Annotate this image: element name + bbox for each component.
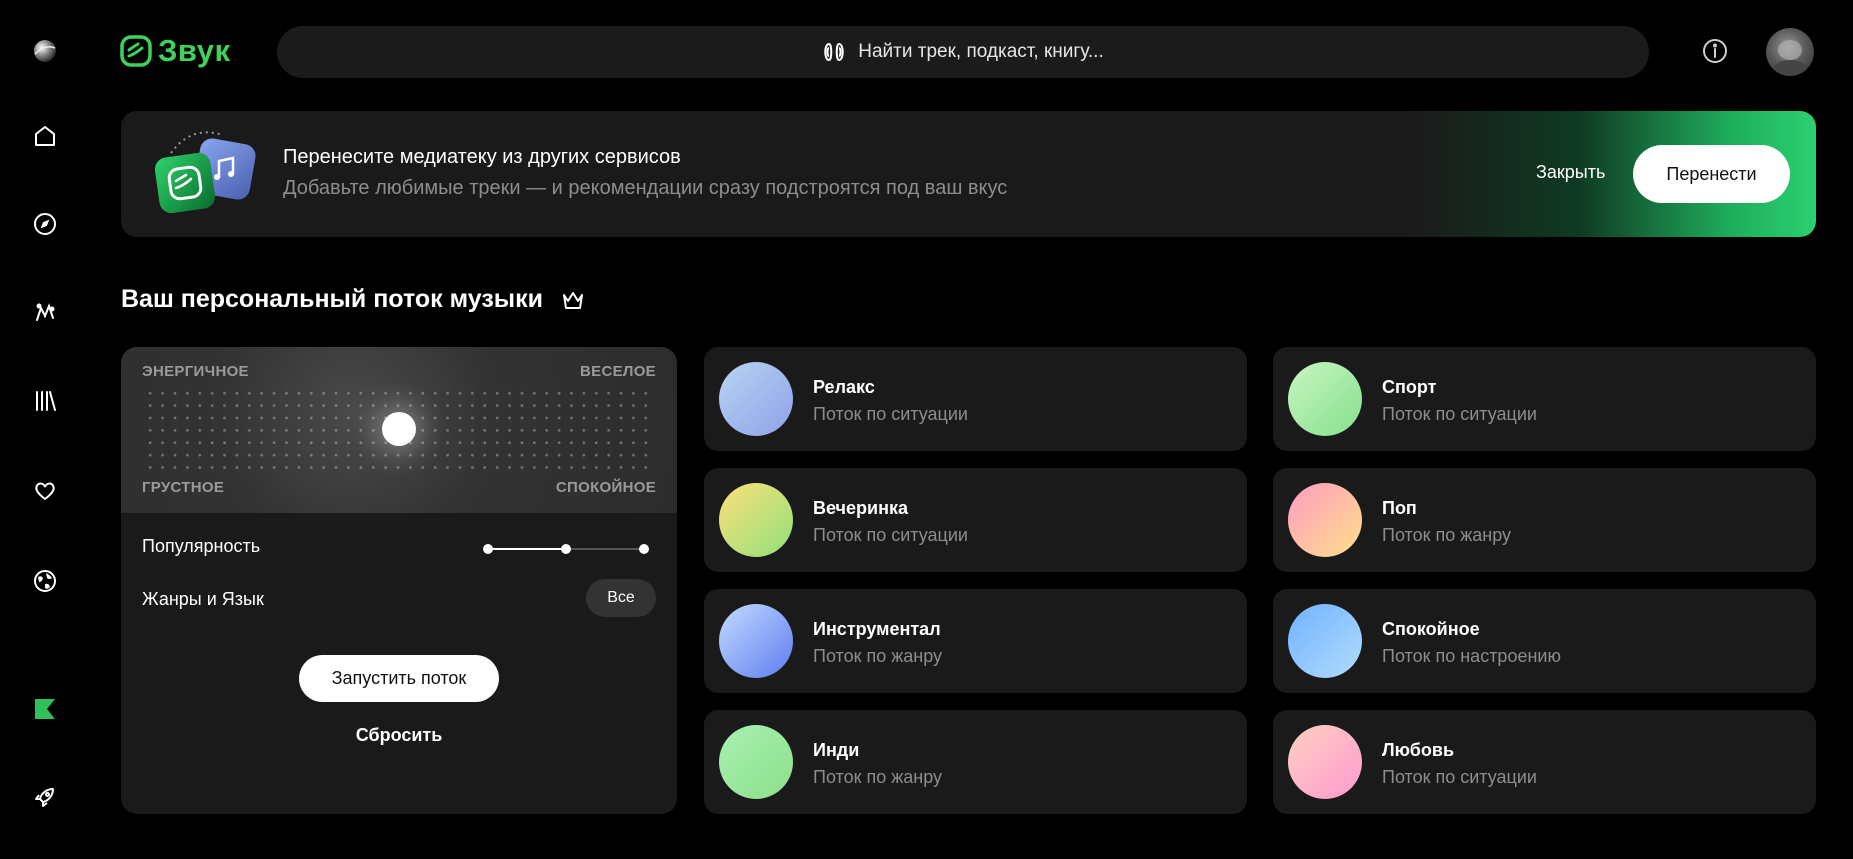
avatar[interactable] (1766, 28, 1814, 76)
mood-map[interactable]: ЭНЕРГИЧНОЕ ВЕСЕЛОЕ ГРУСТНОЕ СПОКОЙНОЕ (121, 347, 677, 513)
library-icon[interactable] (29, 385, 61, 417)
station-title: Релакс (813, 377, 875, 397)
station-subtitle: Поток по ситуации (1382, 404, 1537, 424)
station-subtitle: Поток по ситуации (813, 525, 968, 545)
station-card-pop[interactable]: Поп Поток по жанру (1273, 468, 1816, 572)
station-title: Инструментал (813, 619, 941, 639)
sidebar (0, 0, 90, 859)
section-title-text: Ваш персональный поток музыки (121, 285, 543, 313)
compass-icon[interactable] (29, 208, 61, 240)
mood-flow-panel: ЭНЕРГИЧНОЕ ВЕСЕЛОЕ ГРУСТНОЕ СПОКОЙНОЕ По… (121, 347, 677, 814)
popularity-label: Популярность (142, 536, 261, 556)
import-illustration-icon (154, 131, 256, 214)
station-cover (719, 483, 793, 557)
mood-label-calm: СПОКОЙНОЕ (555, 479, 656, 496)
station-title: Спорт (1382, 377, 1437, 397)
flag-icon[interactable] (29, 693, 61, 725)
rocket-icon[interactable] (29, 781, 61, 813)
station-subtitle: Поток по жанру (813, 767, 943, 787)
voice-search-icon[interactable] (822, 42, 846, 62)
station-cover (719, 725, 793, 799)
station-card-love[interactable]: Любовь Поток по ситуации (1273, 710, 1816, 814)
crown-icon (563, 291, 583, 309)
genres-language-label: Жанры и Язык (142, 589, 264, 609)
info-button[interactable] (1700, 36, 1730, 66)
banner-close-button[interactable]: Закрыть (1536, 162, 1605, 183)
station-card-sport[interactable]: Спорт Поток по ситуации (1273, 347, 1816, 451)
import-banner: Перенесите медиатеку из других сервисов … (121, 111, 1816, 237)
station-subtitle: Поток по жанру (1382, 525, 1512, 545)
banner-title: Перенесите медиатеку из других сервисов (283, 146, 681, 168)
mood-label-energetic: ЭНЕРГИЧНОЕ (142, 363, 249, 380)
search-input[interactable]: Найти трек, подкаст, книгу... (277, 26, 1649, 78)
station-cover (719, 362, 793, 436)
mood-label-sad: ГРУСТНОЕ (142, 479, 225, 496)
station-card-calm[interactable]: Спокойное Поток по настроению (1273, 589, 1816, 693)
station-subtitle: Поток по ситуации (1382, 767, 1537, 787)
heart-icon[interactable] (29, 475, 61, 507)
banner-subtitle: Добавьте любимые треки — и рекомендации … (283, 177, 1008, 199)
info-icon (1703, 39, 1727, 63)
logo[interactable]: Звук (120, 32, 230, 70)
popularity-slider[interactable] (482, 539, 650, 559)
station-card-indie[interactable]: Инди Поток по жанру (704, 710, 1247, 814)
section-title: Ваш персональный поток музыки (121, 285, 585, 314)
mood-label-cheerful: ВЕСЕЛОЕ (580, 363, 656, 380)
logo-text: Звук (158, 33, 231, 68)
genres-language-selector[interactable]: Все (586, 579, 656, 617)
transfer-button[interactable]: Перенести (1633, 145, 1790, 203)
start-flow-button[interactable]: Запустить поток (299, 655, 499, 702)
avatar-image (1774, 40, 1806, 76)
station-title: Вечеринка (813, 498, 908, 518)
station-cover (1288, 604, 1362, 678)
reset-button[interactable]: Сбросить (349, 725, 449, 746)
station-cover (1288, 362, 1362, 436)
station-title: Любовь (1382, 740, 1455, 760)
station-subtitle: Поток по настроению (1382, 646, 1561, 666)
station-subtitle: Поток по жанру (813, 646, 943, 666)
logo-icon (120, 35, 152, 67)
station-subtitle: Поток по ситуации (813, 404, 968, 424)
search-placeholder: Найти трек, подкаст, книгу... (858, 41, 1104, 62)
station-title: Спокойное (1382, 619, 1480, 639)
globe-icon[interactable] (29, 565, 61, 597)
home-icon[interactable] (29, 120, 61, 152)
station-title: Инди (813, 740, 860, 760)
kids-icon[interactable] (29, 297, 61, 329)
station-cover (1288, 725, 1362, 799)
station-cover (1288, 483, 1362, 557)
profile-sphere-icon[interactable] (29, 35, 61, 67)
mood-knob[interactable] (382, 412, 416, 446)
station-title: Поп (1382, 498, 1417, 518)
station-card-instrumental[interactable]: Инструментал Поток по жанру (704, 589, 1247, 693)
station-cover (719, 604, 793, 678)
station-card-party[interactable]: Вечеринка Поток по ситуации (704, 468, 1247, 572)
station-card-relax[interactable]: Релакс Поток по ситуации (704, 347, 1247, 451)
